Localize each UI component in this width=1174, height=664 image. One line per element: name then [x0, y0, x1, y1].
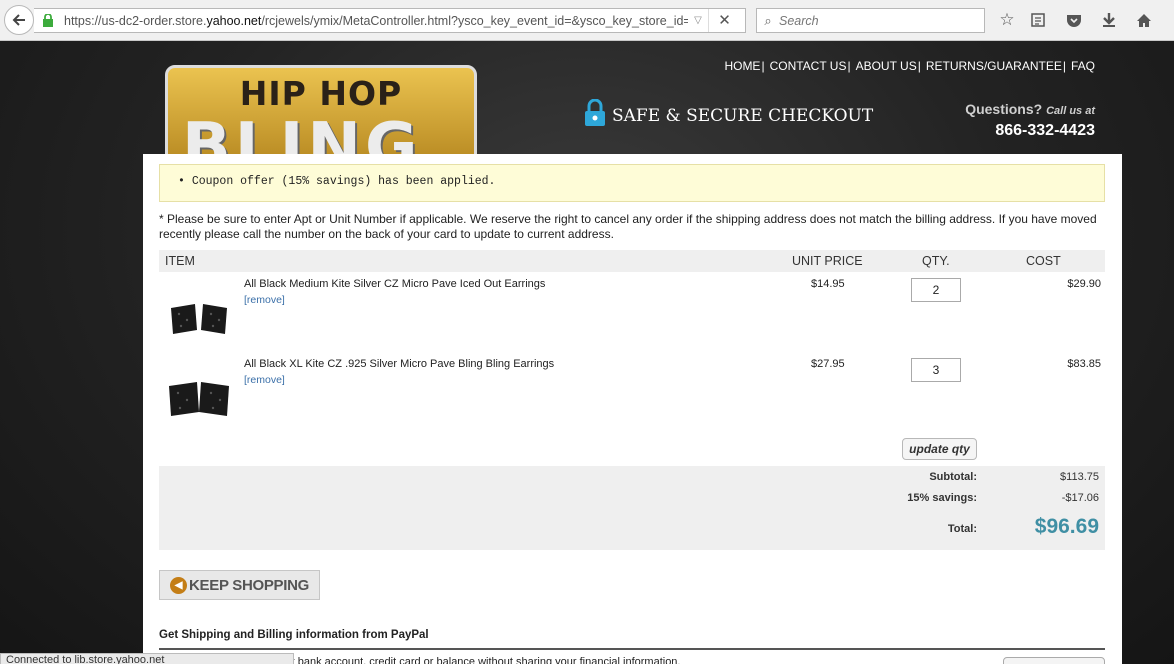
earrings-product-image[interactable]	[167, 298, 233, 338]
col-qty: QTY.	[922, 254, 950, 268]
product-name[interactable]: All Black XL Kite CZ .925 Silver Micro P…	[244, 358, 554, 370]
col-item: ITEM	[165, 254, 195, 268]
cart-table-header: ITEM UNIT PRICE QTY. COST	[159, 250, 1105, 272]
secure-checkout-text: SAFE & SECURE CHECKOUT	[612, 105, 874, 126]
pocket-icon[interactable]	[1063, 9, 1085, 31]
browser-toolbar: https://us-dc2-order.store.yahoo.net/rcj…	[0, 0, 1174, 41]
search-placeholder: Search	[779, 13, 819, 28]
savings-label: 15% savings:	[907, 492, 977, 504]
phone-number[interactable]: 866-332-4423	[965, 122, 1095, 140]
back-button[interactable]	[4, 5, 34, 35]
keep-shopping-button[interactable]: ◀ KEEP SHOPPING	[159, 570, 320, 600]
back-arrow-icon	[12, 14, 25, 26]
secure-lock-icon	[40, 14, 56, 27]
url-text[interactable]: https://us-dc2-order.store.yahoo.net/rcj…	[64, 14, 688, 28]
search-icon: ⌕	[764, 12, 772, 28]
download-icon[interactable]	[1098, 9, 1120, 31]
update-qty-button[interactable]: update qty	[902, 438, 977, 460]
subtotal-label: Subtotal:	[929, 471, 977, 483]
reading-list-icon[interactable]	[1027, 9, 1049, 31]
url-prefix: https://us-dc2-order.store.	[64, 13, 207, 28]
line-cost: $29.90	[1067, 278, 1101, 290]
total-label: Total:	[947, 523, 977, 535]
url-path: /rcjewels/ymix/MetaController.html?ysco_…	[261, 13, 688, 28]
unit-price: $14.95	[811, 278, 845, 290]
call-us-label: Call us at	[1046, 105, 1095, 117]
quantity-input[interactable]: 2	[911, 278, 961, 302]
product-name[interactable]: All Black Medium Kite Silver CZ Micro Pa…	[244, 278, 545, 290]
phone-contact: Questions? Call us at 866-332-4423	[965, 101, 1095, 140]
line-cost: $83.85	[1067, 358, 1101, 370]
secure-checkout-banner: SAFE & SECURE CHECKOUT	[584, 98, 874, 132]
cart-panel: • Coupon offer (15% savings) has been ap…	[143, 154, 1122, 664]
subtotal-value: $113.75	[1060, 471, 1099, 483]
nav-faq[interactable]: FAQ	[1071, 59, 1095, 73]
url-domain: yahoo.net	[206, 13, 262, 28]
top-nav: HOME| CONTACT US| ABOUT US| RETURNS/GUARANT…	[724, 59, 1095, 73]
paypal-checkout-button[interactable]	[1003, 657, 1105, 664]
nav-returns-guarantee[interactable]: RETURNS/GUARANTEE	[926, 59, 1062, 73]
arrow-left-icon: ◀	[170, 576, 187, 594]
bookmark-star-icon[interactable]: ☆	[996, 9, 1018, 31]
totals-box: Subtotal: $113.75 15% savings: -$17.06 T…	[159, 466, 1105, 550]
cart-row: All Black Medium Kite Silver CZ Micro Pa…	[159, 278, 1105, 358]
nav-about-us[interactable]: ABOUT US	[856, 59, 917, 73]
address-notice: * Please be sure to enter Apt or Unit Nu…	[159, 212, 1097, 241]
quantity-input[interactable]: 3	[911, 358, 961, 382]
nav-home[interactable]: HOME	[724, 59, 760, 73]
questions-label: Questions?	[965, 101, 1043, 117]
search-input[interactable]: ⌕ Search	[756, 8, 985, 33]
unit-price: $27.95	[811, 358, 845, 370]
logo-line1: HIP HOP	[239, 74, 403, 113]
earrings-product-image[interactable]	[167, 378, 233, 418]
paypal-description: r bank account, credit card or balance w…	[291, 656, 681, 664]
status-bar: Connected to lib.store.yahoo.net	[0, 653, 294, 664]
coupon-message: Coupon offer (15% savings) has been appl…	[191, 175, 496, 188]
col-cost: COST	[1026, 254, 1061, 268]
savings-value: -$17.06	[1061, 492, 1099, 504]
remove-link[interactable]: [remove]	[244, 374, 285, 386]
stop-icon[interactable]: ✕	[708, 9, 740, 32]
url-dropdown-icon[interactable]: ▽	[688, 15, 708, 26]
divider	[159, 648, 1105, 650]
home-icon[interactable]	[1133, 9, 1155, 31]
nav-contact-us[interactable]: CONTACT US	[770, 59, 847, 73]
coupon-message-box: • Coupon offer (15% savings) has been ap…	[159, 164, 1105, 202]
keep-shopping-label: KEEP SHOPPING	[189, 576, 310, 594]
cart-row: All Black XL Kite CZ .925 Silver Micro P…	[159, 358, 1105, 438]
page-background: HIP HOP BLING HOME| CONTACT US| ABOUT US| R…	[0, 41, 1174, 664]
col-unit-price: UNIT PRICE	[792, 254, 863, 268]
paypal-section-title: Get Shipping and Billing information fro…	[159, 629, 429, 641]
address-bar[interactable]: https://us-dc2-order.store.yahoo.net/rcj…	[34, 8, 746, 33]
hip-hop-bling-logo[interactable]: HIP HOP BLING	[165, 65, 477, 165]
total-value: $96.69	[1034, 515, 1099, 538]
remove-link[interactable]: [remove]	[244, 294, 285, 306]
padlock-icon	[584, 98, 606, 132]
